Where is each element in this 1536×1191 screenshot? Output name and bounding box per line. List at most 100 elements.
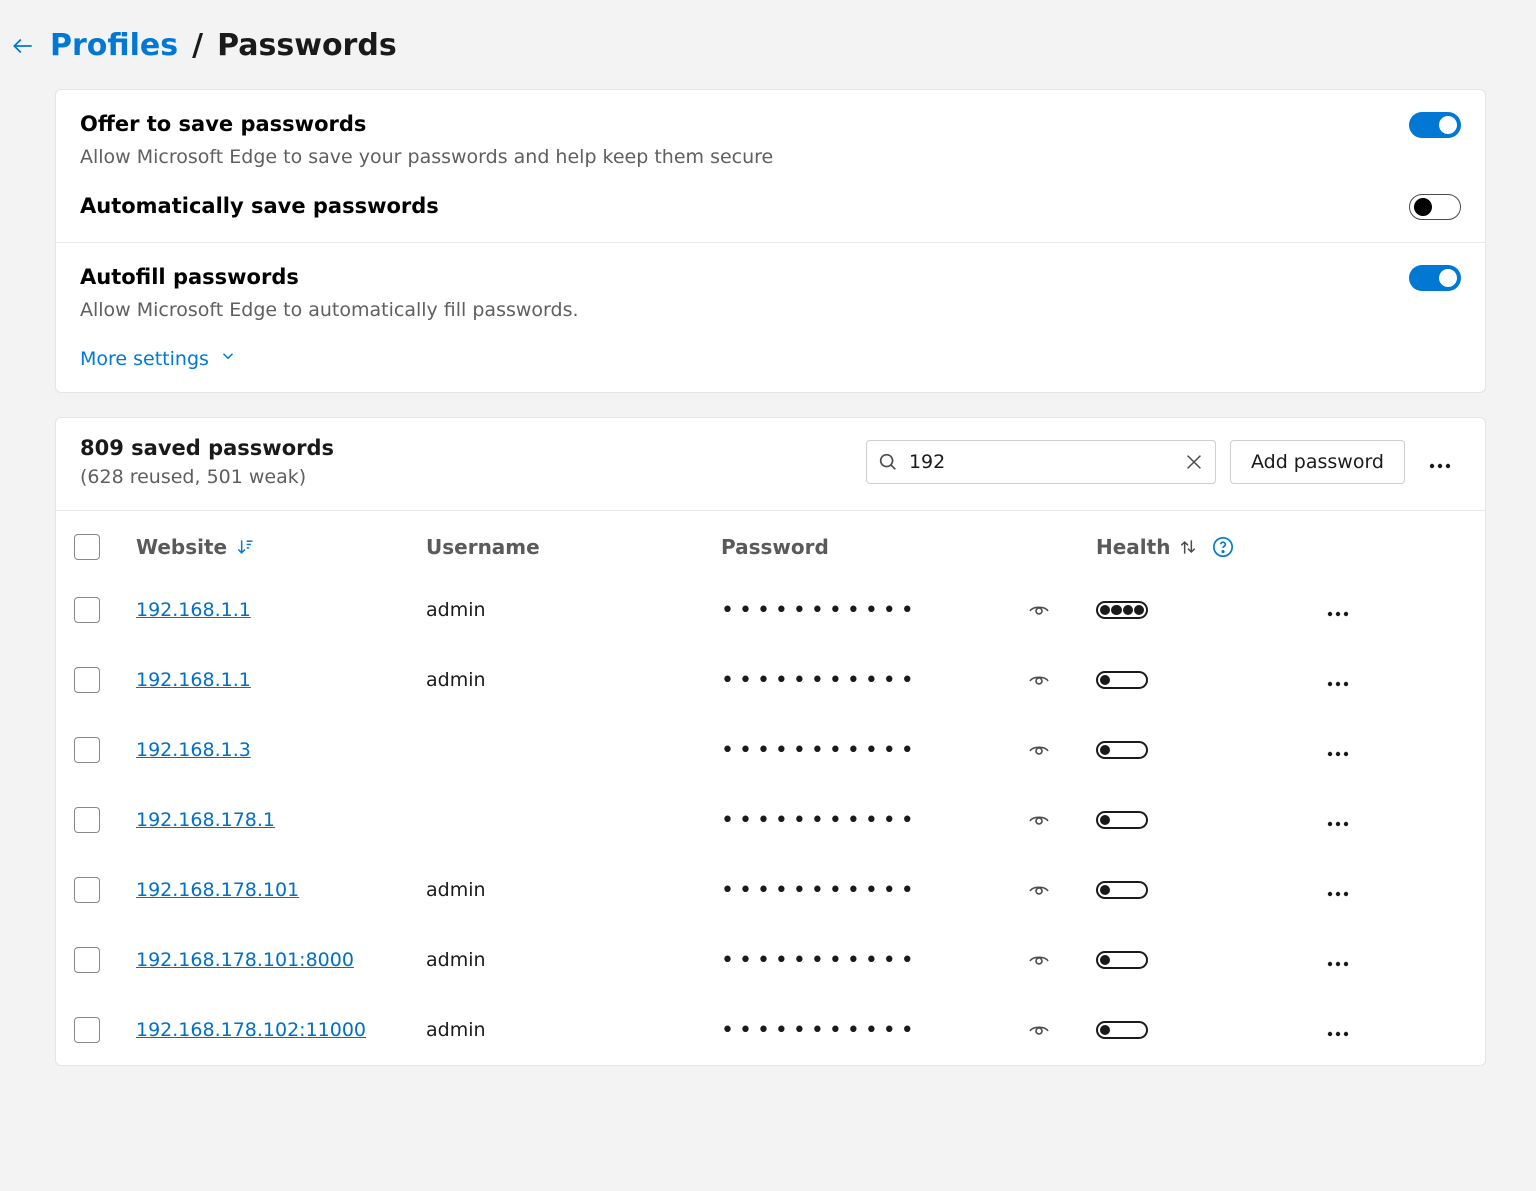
page-title: Passwords bbox=[217, 28, 397, 63]
more-horizontal-icon bbox=[1327, 876, 1349, 903]
col-website-label: Website bbox=[136, 535, 227, 559]
chevron-down-icon bbox=[219, 347, 237, 370]
health-indicator bbox=[1096, 741, 1148, 759]
table-header: Website Username Password Health bbox=[56, 519, 1485, 575]
col-health-label: Health bbox=[1096, 535, 1170, 559]
health-indicator bbox=[1096, 881, 1148, 899]
more-horizontal-icon bbox=[1327, 666, 1349, 693]
website-link[interactable]: 192.168.1.1 bbox=[136, 599, 251, 621]
more-horizontal-icon bbox=[1327, 946, 1349, 973]
password-masked: ••••••••••• bbox=[721, 668, 1021, 693]
search-input[interactable] bbox=[899, 451, 1183, 473]
health-indicator bbox=[1096, 951, 1148, 969]
password-masked: ••••••••••• bbox=[721, 878, 1021, 903]
row-actions-button[interactable] bbox=[1321, 875, 1355, 905]
health-indicator bbox=[1096, 811, 1148, 829]
passwords-count: 809 saved passwords bbox=[80, 436, 850, 460]
more-horizontal-icon bbox=[1327, 1016, 1349, 1043]
row-actions-button[interactable] bbox=[1321, 665, 1355, 695]
website-link[interactable]: 192.168.1.3 bbox=[136, 739, 251, 761]
setting-desc: Allow Microsoft Edge to automatically fi… bbox=[80, 299, 1409, 321]
help-icon[interactable] bbox=[1212, 536, 1234, 558]
row-checkbox[interactable] bbox=[74, 1017, 100, 1043]
col-username-label: Username bbox=[426, 535, 540, 559]
back-arrow-icon[interactable] bbox=[10, 33, 36, 59]
reveal-password-button[interactable] bbox=[1021, 946, 1057, 975]
more-horizontal-icon bbox=[1327, 806, 1349, 833]
more-horizontal-icon bbox=[1429, 448, 1451, 475]
sort-desc-icon bbox=[235, 537, 255, 557]
website-link[interactable]: 192.168.178.102:11000 bbox=[136, 1019, 366, 1041]
breadcrumb: Profiles / Passwords bbox=[0, 0, 1536, 89]
setting-autofill: Autofill passwords Allow Microsoft Edge … bbox=[56, 243, 1485, 343]
website-link[interactable]: 192.168.178.1 bbox=[136, 809, 275, 831]
table-row: 192.168.1.1admin••••••••••• bbox=[56, 645, 1485, 715]
search-box[interactable] bbox=[866, 440, 1216, 484]
breadcrumb-parent[interactable]: Profiles bbox=[50, 28, 178, 63]
eye-icon bbox=[1027, 667, 1051, 694]
search-icon bbox=[877, 451, 899, 473]
row-checkbox[interactable] bbox=[74, 947, 100, 973]
col-username[interactable]: Username bbox=[426, 535, 721, 559]
col-website[interactable]: Website bbox=[136, 535, 426, 559]
table-row: 192.168.1.3 ••••••••••• bbox=[56, 715, 1485, 785]
row-actions-button[interactable] bbox=[1321, 805, 1355, 835]
row-checkbox[interactable] bbox=[74, 807, 100, 833]
password-masked: ••••••••••• bbox=[721, 1018, 1021, 1043]
website-link[interactable]: 192.168.1.1 bbox=[136, 669, 251, 691]
website-link[interactable]: 192.168.178.101:8000 bbox=[136, 949, 354, 971]
table-row: 192.168.178.102:11000 admin••••••••••• bbox=[56, 995, 1485, 1065]
breadcrumb-sep: / bbox=[192, 28, 203, 63]
setting-title: Automatically save passwords bbox=[80, 194, 1409, 218]
row-checkbox[interactable] bbox=[74, 597, 100, 623]
eye-icon bbox=[1027, 597, 1051, 624]
username-cell: admin bbox=[426, 599, 721, 621]
setting-offer-to-save: Offer to save passwords Allow Microsoft … bbox=[56, 90, 1485, 190]
table-row: 192.168.178.101 admin••••••••••• bbox=[56, 855, 1485, 925]
reveal-password-button[interactable] bbox=[1021, 1016, 1057, 1045]
username-cell: admin bbox=[426, 1019, 721, 1041]
eye-icon bbox=[1027, 737, 1051, 764]
table-row: 192.168.178.101:8000 admin••••••••••• bbox=[56, 925, 1485, 995]
col-health[interactable]: Health bbox=[1096, 535, 1321, 559]
reveal-password-button[interactable] bbox=[1021, 806, 1057, 835]
setting-title: Offer to save passwords bbox=[80, 112, 1409, 136]
select-all-checkbox[interactable] bbox=[74, 534, 100, 560]
row-actions-button[interactable] bbox=[1321, 595, 1355, 625]
row-checkbox[interactable] bbox=[74, 667, 100, 693]
username-cell: admin bbox=[426, 879, 721, 901]
setting-title: Autofill passwords bbox=[80, 265, 1409, 289]
more-actions-button[interactable] bbox=[1419, 444, 1461, 480]
password-masked: ••••••••••• bbox=[721, 738, 1021, 763]
username-cell: admin bbox=[426, 949, 721, 971]
setting-auto-save: Automatically save passwords bbox=[56, 190, 1485, 242]
col-password[interactable]: Password bbox=[721, 535, 1021, 559]
row-actions-button[interactable] bbox=[1321, 735, 1355, 765]
add-password-button[interactable]: Add password bbox=[1230, 440, 1405, 484]
more-settings-button[interactable]: More settings bbox=[56, 343, 1485, 392]
more-settings-label: More settings bbox=[80, 348, 209, 370]
health-indicator bbox=[1096, 671, 1148, 689]
reveal-password-button[interactable] bbox=[1021, 876, 1057, 905]
toggle-auto-save[interactable] bbox=[1409, 194, 1461, 220]
row-checkbox[interactable] bbox=[74, 877, 100, 903]
password-masked: ••••••••••• bbox=[721, 948, 1021, 973]
toggle-offer-to-save[interactable] bbox=[1409, 112, 1461, 138]
reveal-password-button[interactable] bbox=[1021, 736, 1057, 765]
row-checkbox[interactable] bbox=[74, 737, 100, 763]
passwords-table: Website Username Password Health bbox=[56, 519, 1485, 1065]
eye-icon bbox=[1027, 877, 1051, 904]
more-horizontal-icon bbox=[1327, 596, 1349, 623]
table-row: 192.168.178.1••••••••••• bbox=[56, 785, 1485, 855]
reveal-password-button[interactable] bbox=[1021, 596, 1057, 625]
row-actions-button[interactable] bbox=[1321, 1015, 1355, 1045]
setting-desc: Allow Microsoft Edge to save your passwo… bbox=[80, 146, 1409, 168]
website-link[interactable]: 192.168.178.101 bbox=[136, 879, 299, 901]
clear-search-icon[interactable] bbox=[1183, 451, 1205, 473]
row-actions-button[interactable] bbox=[1321, 945, 1355, 975]
eye-icon bbox=[1027, 947, 1051, 974]
toggle-autofill[interactable] bbox=[1409, 265, 1461, 291]
table-row: 192.168.1.1admin••••••••••• bbox=[56, 575, 1485, 645]
settings-card: Offer to save passwords Allow Microsoft … bbox=[55, 89, 1486, 393]
reveal-password-button[interactable] bbox=[1021, 666, 1057, 695]
